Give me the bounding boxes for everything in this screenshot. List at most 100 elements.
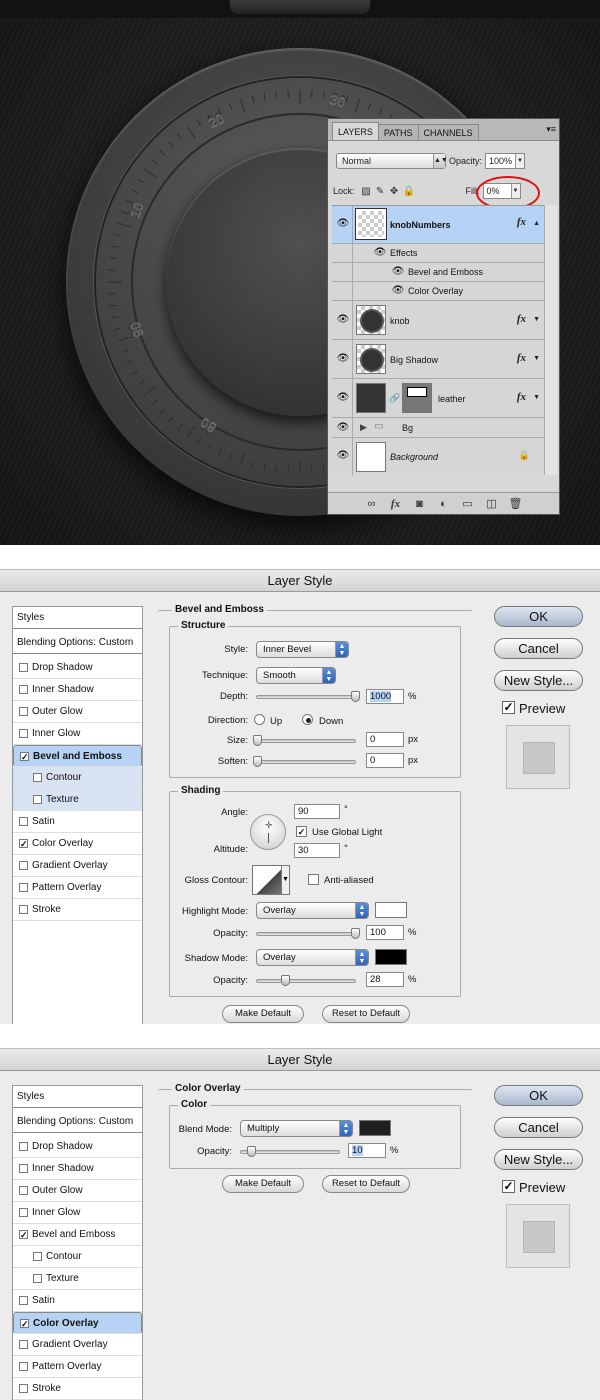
style-item-outer-glow[interactable]: Outer Glow xyxy=(13,1180,142,1202)
adjustment-layer-icon[interactable]: ◐ xyxy=(437,498,451,510)
style-checkbox[interactable] xyxy=(19,1340,28,1349)
depth-slider-thumb[interactable] xyxy=(351,691,360,702)
angle-input[interactable]: 90 xyxy=(294,804,340,819)
style-item-outer-glow[interactable]: Outer Glow xyxy=(13,701,142,723)
anti-aliased-checkbox[interactable] xyxy=(308,874,319,885)
size-input[interactable]: 0 xyxy=(366,732,404,747)
style-checkbox[interactable] xyxy=(19,1362,28,1371)
style-checkbox[interactable] xyxy=(33,1274,42,1283)
style-checkbox[interactable] xyxy=(19,861,28,870)
dropdown-arrow-icon[interactable]: ▼ xyxy=(515,154,525,168)
visibility-eye-icon[interactable]: 👁 xyxy=(335,422,351,434)
style-item-texture[interactable]: Texture xyxy=(13,789,142,811)
soften-slider-thumb[interactable] xyxy=(253,756,262,767)
layer-mask-thumbnail[interactable] xyxy=(402,383,432,413)
layer-row-leather[interactable]: 👁 🔗 leather fx ▼ xyxy=(332,379,544,418)
layer-name[interactable]: Big Shadow xyxy=(390,355,438,365)
use-global-light-checkbox[interactable]: ✓ xyxy=(296,826,307,837)
technique-select[interactable]: Smooth ▲ ▼ xyxy=(256,667,336,684)
add-layer-style-icon[interactable]: fx xyxy=(389,498,403,510)
style-item-color-overlay[interactable]: ✓ Color Overlay xyxy=(13,833,142,855)
styles-header[interactable]: Styles xyxy=(13,1086,142,1108)
style-checkbox[interactable]: ✓ xyxy=(19,1230,28,1240)
style-checkbox[interactable]: ✓ xyxy=(20,752,29,762)
new-group-icon[interactable]: ▭ xyxy=(461,497,475,510)
shadow-opacity-slider[interactable] xyxy=(256,975,356,986)
style-item-contour[interactable]: Contour xyxy=(13,767,142,789)
blend-mode-select[interactable]: Normal ▲▼ xyxy=(336,153,448,169)
overlay-color-swatch[interactable] xyxy=(359,1120,391,1136)
style-checkbox[interactable] xyxy=(19,905,28,914)
altitude-input[interactable]: 30 xyxy=(294,843,340,858)
lock-all-icon[interactable]: 🔒 xyxy=(403,186,415,197)
style-item-bevel-and-emboss[interactable]: ✓ Bevel and Emboss xyxy=(13,1224,142,1246)
layer-row-background[interactable]: 👁 Background 🔒 xyxy=(332,438,544,476)
effects-eye-icon[interactable]: 👁 xyxy=(372,247,388,259)
make-default-button[interactable]: Make Default xyxy=(222,1175,304,1193)
fx-icon[interactable]: fx xyxy=(517,391,526,403)
style-checkbox[interactable] xyxy=(33,795,42,804)
style-checkbox[interactable]: ✓ xyxy=(19,839,28,849)
layer-name[interactable]: Background xyxy=(390,452,438,462)
layer-row-knob[interactable]: 👁 knob fx ▼ xyxy=(332,301,544,340)
style-item-drop-shadow[interactable]: Drop Shadow xyxy=(13,1136,142,1158)
soften-slider[interactable] xyxy=(253,756,356,767)
cancel-button[interactable]: Cancel xyxy=(494,638,583,659)
lock-position-icon[interactable]: ✥ xyxy=(389,186,400,197)
preview-checkbox[interactable]: ✓ xyxy=(502,1180,515,1193)
styles-header[interactable]: Styles xyxy=(13,607,142,629)
style-checkbox[interactable]: ✓ xyxy=(20,1319,29,1329)
style-checkbox[interactable] xyxy=(33,773,42,782)
tab-paths[interactable]: PATHS xyxy=(377,124,419,140)
blending-options-item[interactable]: Blending Options: Custom xyxy=(13,632,142,654)
group-expand-triangle-icon[interactable]: ▶ xyxy=(360,422,367,433)
style-checkbox[interactable] xyxy=(19,1164,28,1173)
style-item-drop-shadow[interactable]: Drop Shadow xyxy=(13,657,142,679)
shadow-color-swatch[interactable] xyxy=(375,949,407,965)
visibility-eye-icon[interactable]: 👁 xyxy=(335,218,351,230)
opacity-slider[interactable] xyxy=(240,1146,340,1157)
lock-image-pixels-icon[interactable]: ✎ xyxy=(375,186,386,197)
style-checkbox[interactable] xyxy=(33,1252,42,1261)
fx-icon[interactable]: fx xyxy=(517,313,526,325)
effect-row-bevel[interactable]: 👁 Bevel and Emboss xyxy=(332,263,544,282)
highlight-color-swatch[interactable] xyxy=(375,902,407,918)
add-mask-icon[interactable]: ◙ xyxy=(413,498,427,510)
lock-transparent-pixels-icon[interactable]: ▨ xyxy=(361,186,372,197)
new-layer-icon[interactable]: ◫ xyxy=(485,497,499,510)
style-checkbox[interactable] xyxy=(19,1296,28,1305)
new-style-button[interactable]: New Style... xyxy=(494,1149,583,1170)
style-checkbox[interactable] xyxy=(19,1186,28,1195)
shadow-mode-select[interactable]: Overlay ▲ ▼ xyxy=(256,949,369,966)
effect-row-color-overlay[interactable]: 👁 Color Overlay xyxy=(332,282,544,301)
fx-icon[interactable]: fx xyxy=(517,216,526,228)
style-checkbox[interactable] xyxy=(19,729,28,738)
style-item-satin[interactable]: Satin xyxy=(13,811,142,833)
style-checkbox[interactable] xyxy=(19,663,28,672)
visibility-eye-icon[interactable]: 👁 xyxy=(335,392,351,404)
preview-checkbox[interactable]: ✓ xyxy=(502,701,515,714)
link-icon[interactable]: 🔗 xyxy=(389,393,400,404)
effect-eye-icon[interactable]: 👁 xyxy=(390,266,406,278)
expand-effects-arrow-icon[interactable]: ▼ xyxy=(533,355,540,362)
layer-row-big-shadow[interactable]: 👁 Big Shadow fx ▼ xyxy=(332,340,544,379)
direction-down-radio[interactable] xyxy=(302,714,313,725)
highlight-mode-select[interactable]: Overlay ▲ ▼ xyxy=(256,902,369,919)
new-style-button[interactable]: New Style... xyxy=(494,670,583,691)
delete-layer-icon[interactable]: 🗑 xyxy=(509,497,523,510)
direction-up-radio[interactable] xyxy=(254,714,265,725)
panel-menu-icon[interactable]: ▾≡ xyxy=(546,124,556,135)
layer-name[interactable]: Bg xyxy=(402,423,413,433)
expand-effects-arrow-icon[interactable]: ▼ xyxy=(533,394,540,401)
opacity-slider-thumb[interactable] xyxy=(247,1146,256,1157)
link-layers-icon[interactable]: ∞ xyxy=(365,498,379,510)
dropdown-arrow-icon[interactable]: ▼ xyxy=(281,865,290,895)
shadow-opacity-input[interactable]: 28 xyxy=(366,972,404,987)
style-item-gradient-overlay[interactable]: Gradient Overlay xyxy=(13,855,142,877)
cancel-button[interactable]: Cancel xyxy=(494,1117,583,1138)
expand-effects-arrow-icon[interactable]: ▼ xyxy=(533,316,540,323)
style-item-inner-shadow[interactable]: Inner Shadow xyxy=(13,679,142,701)
style-item-color-overlay[interactable]: ✓ Color Overlay xyxy=(13,1312,142,1334)
style-item-inner-shadow[interactable]: Inner Shadow xyxy=(13,1158,142,1180)
tab-layers[interactable]: LAYERS xyxy=(332,122,379,140)
